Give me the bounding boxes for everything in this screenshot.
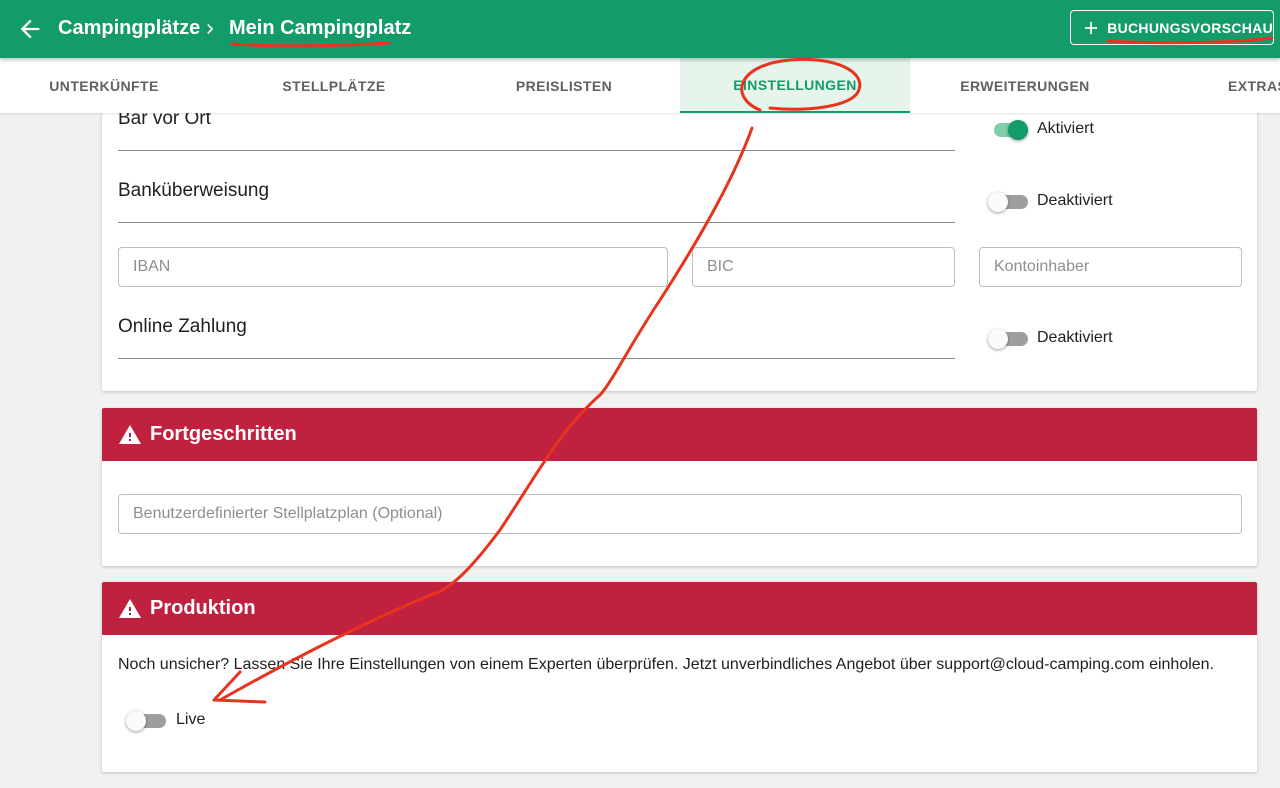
- tab-einstellungen[interactable]: EINSTELLUNGEN: [680, 58, 910, 113]
- account-holder-input[interactable]: [979, 247, 1242, 287]
- tab-extras[interactable]: EXTRAS: [1200, 58, 1280, 113]
- cash-payment-state: Aktiviert: [1037, 120, 1094, 137]
- bank-transfer-underline: [118, 222, 955, 223]
- online-payment-underline: [118, 358, 955, 359]
- online-payment-label: Online Zahlung: [118, 316, 247, 337]
- production-note: Noch unsicher? Lassen Sie Ihre Einstellu…: [118, 656, 1215, 673]
- chevron-right-icon: [207, 24, 214, 34]
- tab-label: EXTRAS: [1228, 77, 1280, 94]
- payment-methods-card: Bar vor Ort Aktiviert Banküberweisung De…: [102, 100, 1257, 391]
- tab-erweiterungen[interactable]: ERWEITERUNGEN: [920, 58, 1130, 113]
- iban-input[interactable]: [118, 247, 668, 287]
- custom-site-plan-input[interactable]: [118, 494, 1242, 534]
- advanced-card: Fortgeschritten: [102, 408, 1257, 566]
- advanced-title: Fortgeschritten: [150, 423, 297, 445]
- tab-label: UNTERKÜNFTE: [49, 77, 159, 94]
- live-toggle[interactable]: [126, 708, 176, 732]
- bank-transfer-label: Banküberweisung: [118, 180, 270, 201]
- bank-transfer-toggle[interactable]: [988, 189, 1038, 213]
- production-header: Produktion: [102, 582, 1257, 635]
- tab-label: EINSTELLUNGEN: [733, 76, 857, 93]
- online-payment-state: Deaktiviert: [1037, 329, 1113, 346]
- production-card: Produktion Noch unsicher? Lassen Sie Ihr…: [102, 582, 1257, 772]
- cash-payment-underline: [118, 150, 955, 151]
- live-label: Live: [176, 711, 206, 728]
- app-header: Campingplätze Mein Campingplatz BUCHUNGS…: [0, 0, 1280, 58]
- tab-label: ERWEITERUNGEN: [960, 77, 1090, 94]
- warning-icon: [119, 424, 141, 444]
- tab-label: STELLPLÄTZE: [282, 77, 386, 94]
- tab-stellplaetze[interactable]: STELLPLÄTZE: [230, 58, 438, 113]
- bank-transfer-state: Deaktiviert: [1037, 192, 1113, 209]
- tab-bar: UNTERKÜNFTE STELLPLÄTZE PREISLISTEN EINS…: [0, 58, 1280, 113]
- breadcrumb-parent[interactable]: Campingplätze: [58, 16, 200, 40]
- warning-icon: [119, 598, 141, 618]
- tab-preislisten[interactable]: PREISLISTEN: [460, 58, 668, 113]
- tab-label: PREISLISTEN: [515, 77, 613, 94]
- cash-payment-toggle[interactable]: [988, 117, 1038, 141]
- online-payment-toggle[interactable]: [988, 326, 1038, 350]
- plus-icon: [1085, 21, 1098, 34]
- booking-preview-label: BUCHUNGSVORSCHAU: [1107, 19, 1273, 36]
- production-title: Produktion: [150, 597, 256, 619]
- tab-unterkuenfte[interactable]: UNTERKÜNFTE: [0, 58, 208, 113]
- advanced-header: Fortgeschritten: [102, 408, 1257, 461]
- back-arrow-icon[interactable]: [16, 15, 44, 43]
- bic-input[interactable]: [692, 247, 955, 287]
- booking-preview-button[interactable]: BUCHUNGSVORSCHAU: [1070, 10, 1274, 45]
- breadcrumb-current: Mein Campingplatz: [229, 17, 412, 39]
